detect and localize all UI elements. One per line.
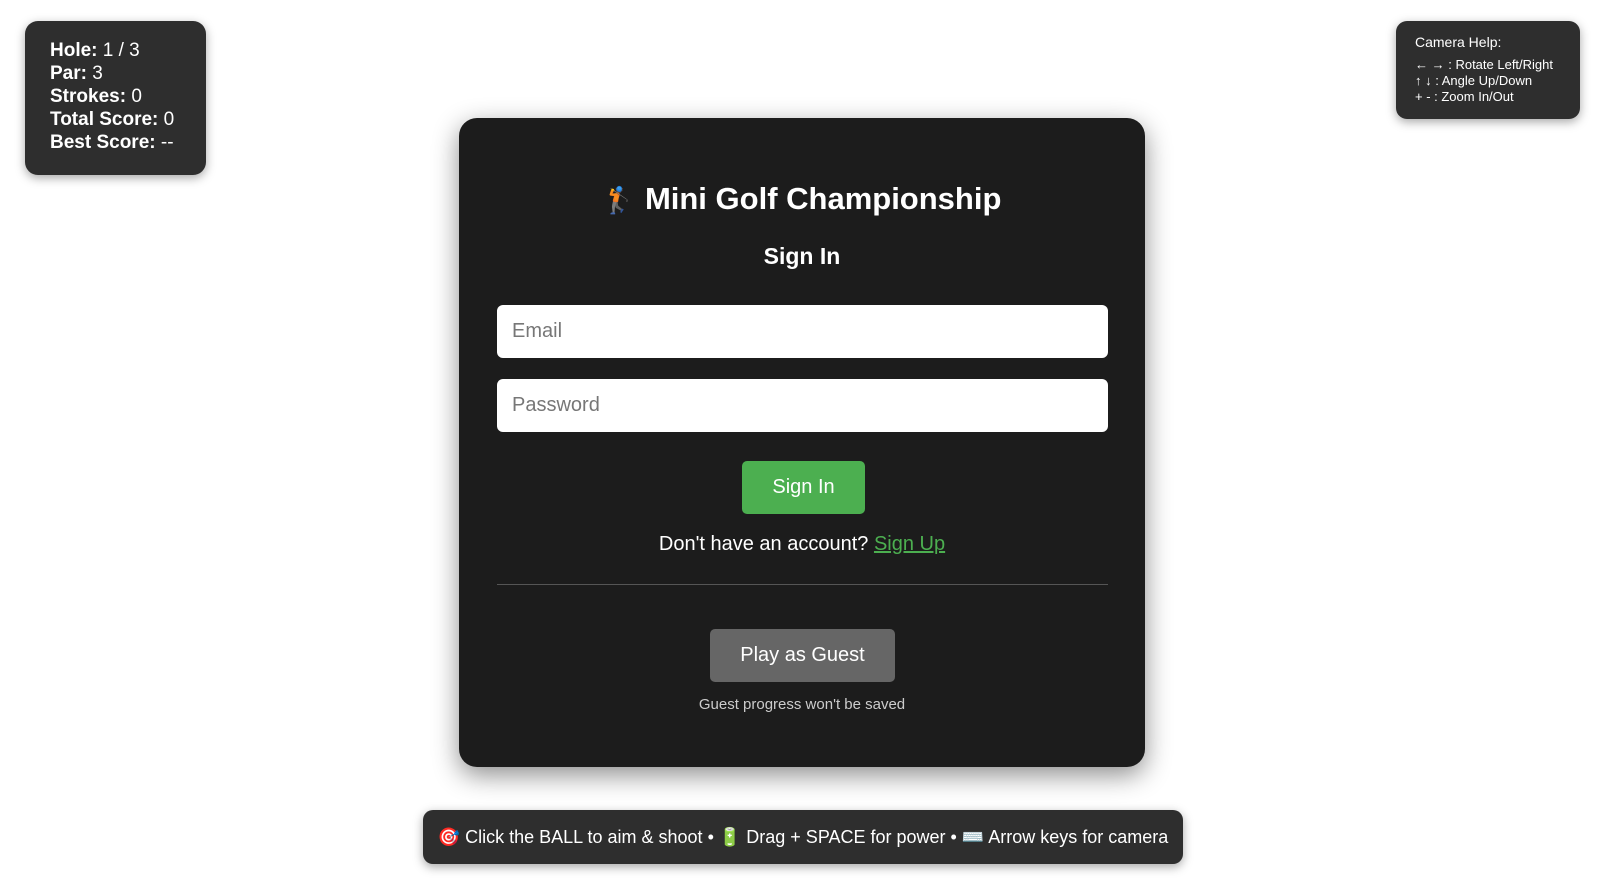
par-value: 3 (92, 63, 103, 84)
hole-row: Hole: 1 / 3 (50, 39, 206, 62)
camera-help-zoom: + - : Zoom In/Out (1415, 89, 1514, 104)
sign-in-card: 🏌Mini Golf Championship Sign In Sign In … (459, 118, 1145, 767)
divider (497, 584, 1108, 585)
sign-in-button[interactable]: Sign In (742, 461, 865, 514)
par-label: Par: (50, 63, 87, 84)
strokes-value: 0 (131, 86, 142, 107)
game-title: 🏌 Mini Golf Championship (459, 180, 1145, 219)
par-row: Par: 3 (50, 62, 206, 85)
strokes-label: Strokes: (50, 86, 127, 107)
best-score-value: -- (160, 132, 174, 153)
signup-prompt-text: Don't have an account? (658, 533, 869, 555)
email-field[interactable] (497, 305, 1108, 358)
password-field[interactable] (497, 379, 1108, 432)
camera-help-rotate: ← → : Rotate Left/Right (1415, 57, 1554, 72)
instructions-bar: 🎯 Click the BALL to aim & shoot • 🔋 Drag… (423, 810, 1183, 864)
total-score-label: Total Score: (50, 109, 159, 130)
best-score-row: Best Score: -- (50, 131, 206, 154)
play-as-guest-button[interactable]: Play as Guest (710, 629, 895, 682)
strokes-row: Strokes: 0 (50, 85, 206, 108)
total-score-row: Total Score: 0 (50, 108, 206, 131)
sign-up-link[interactable]: Sign Up (874, 533, 945, 555)
camera-help-title: Camera Help: (1415, 34, 1502, 50)
hole-value: 1 / 3 (102, 40, 140, 61)
camera-help-panel: Camera Help: ← → : Rotate Left/Right ↑ ↓… (1396, 21, 1580, 119)
instructions-text: 🎯 Click the BALL to aim & shoot • 🔋 Drag… (437, 827, 1169, 847)
hole-label: Hole: (50, 40, 98, 61)
best-score-label: Best Score: (50, 132, 156, 153)
score-panel: Hole: 1 / 3 Par: 3 Strokes: 0 Total Scor… (25, 21, 206, 175)
game-title-text: Mini Golf Championship (644, 181, 1002, 216)
guest-note: Guest progress won't be saved (698, 696, 906, 713)
total-score-value: 0 (163, 109, 175, 130)
signup-prompt: Don't have an account? Sign Up (459, 532, 1145, 556)
camera-help-angle: ↑ ↓ : Angle Up/Down (1415, 73, 1533, 88)
golfer-icon: 🏌 (602, 185, 635, 215)
sign-in-heading: Sign In (763, 243, 841, 269)
